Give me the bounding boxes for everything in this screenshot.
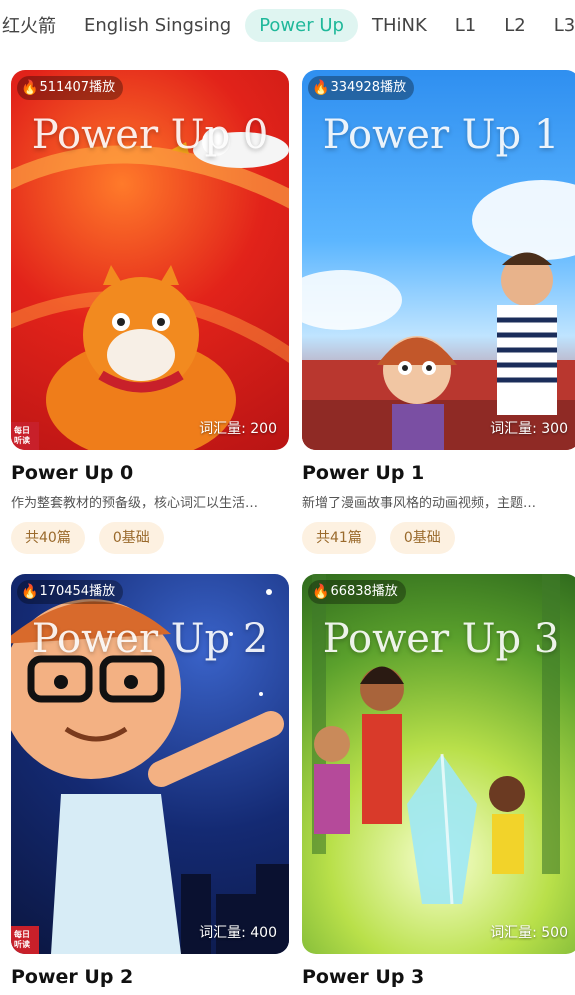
thumbnail-title: Power Up 1 <box>322 112 560 158</box>
course-thumbnail[interactable]: Power Up 1 🔥 334928播放 词汇量: 300 <box>302 70 575 450</box>
daily-listen-badge: 每日听读 <box>11 422 39 450</box>
thumbnail-title: Power Up 2 <box>31 616 269 662</box>
play-count: 170454播放 <box>39 584 116 599</box>
fire-icon: 🔥 <box>21 584 39 600</box>
course-grid: Power Up 0 🔥 511407播放 每日听读 词汇量: 200 Powe… <box>0 0 575 995</box>
fire-icon: 🔥 <box>21 80 39 96</box>
course-title[interactable]: Power Up 3 <box>302 966 424 988</box>
thumbnail-title: Power Up 3 <box>322 616 560 662</box>
course-tags: 共41篇 0基础 <box>302 522 455 554</box>
vocabulary-count: 词汇量: 300 <box>490 421 568 437</box>
course-title[interactable]: Power Up 2 <box>11 966 133 988</box>
course-thumbnail[interactable]: Power Up 2 🔥 170454播放 每日听读 词汇量: 400 <box>11 574 289 954</box>
course-thumbnail[interactable]: Power Up 0 🔥 511407播放 每日听读 词汇量: 200 <box>11 70 289 450</box>
fire-icon: 🔥 <box>312 584 330 600</box>
vocabulary-count: 词汇量: 200 <box>199 421 277 437</box>
course-description: 作为整套教材的预备级，核心词汇以生活… <box>11 496 259 511</box>
thumbnail-title: Power Up 0 <box>31 112 269 158</box>
play-count-badge: 🔥 511407播放 <box>17 76 124 100</box>
fire-icon: 🔥 <box>312 80 330 96</box>
play-count-badge: 🔥 66838播放 <box>308 580 406 604</box>
course-thumbnail[interactable]: Power Up 3 🔥 66838播放 词汇量: 500 <box>302 574 575 954</box>
play-count: 511407播放 <box>39 80 116 95</box>
lesson-count-tag: 共41篇 <box>302 522 376 554</box>
course-title[interactable]: Power Up 1 <box>302 462 424 484</box>
vocabulary-count: 词汇量: 400 <box>199 925 277 941</box>
course-tags: 共40篇 0基础 <box>11 522 164 554</box>
daily-listen-badge: 每日听读 <box>11 926 39 954</box>
play-count: 66838播放 <box>330 584 398 599</box>
play-count-badge: 🔥 170454播放 <box>17 580 124 604</box>
play-count: 334928播放 <box>330 80 407 95</box>
level-tag: 0基础 <box>98 522 164 554</box>
play-count-badge: 🔥 334928播放 <box>308 76 415 100</box>
lesson-count-tag: 共40篇 <box>11 522 85 554</box>
course-description: 新增了漫画故事风格的动画视频，主题… <box>302 496 537 511</box>
vocabulary-count: 词汇量: 500 <box>490 925 568 941</box>
level-tag: 0基础 <box>389 522 455 554</box>
course-title[interactable]: Power Up 0 <box>11 462 133 484</box>
